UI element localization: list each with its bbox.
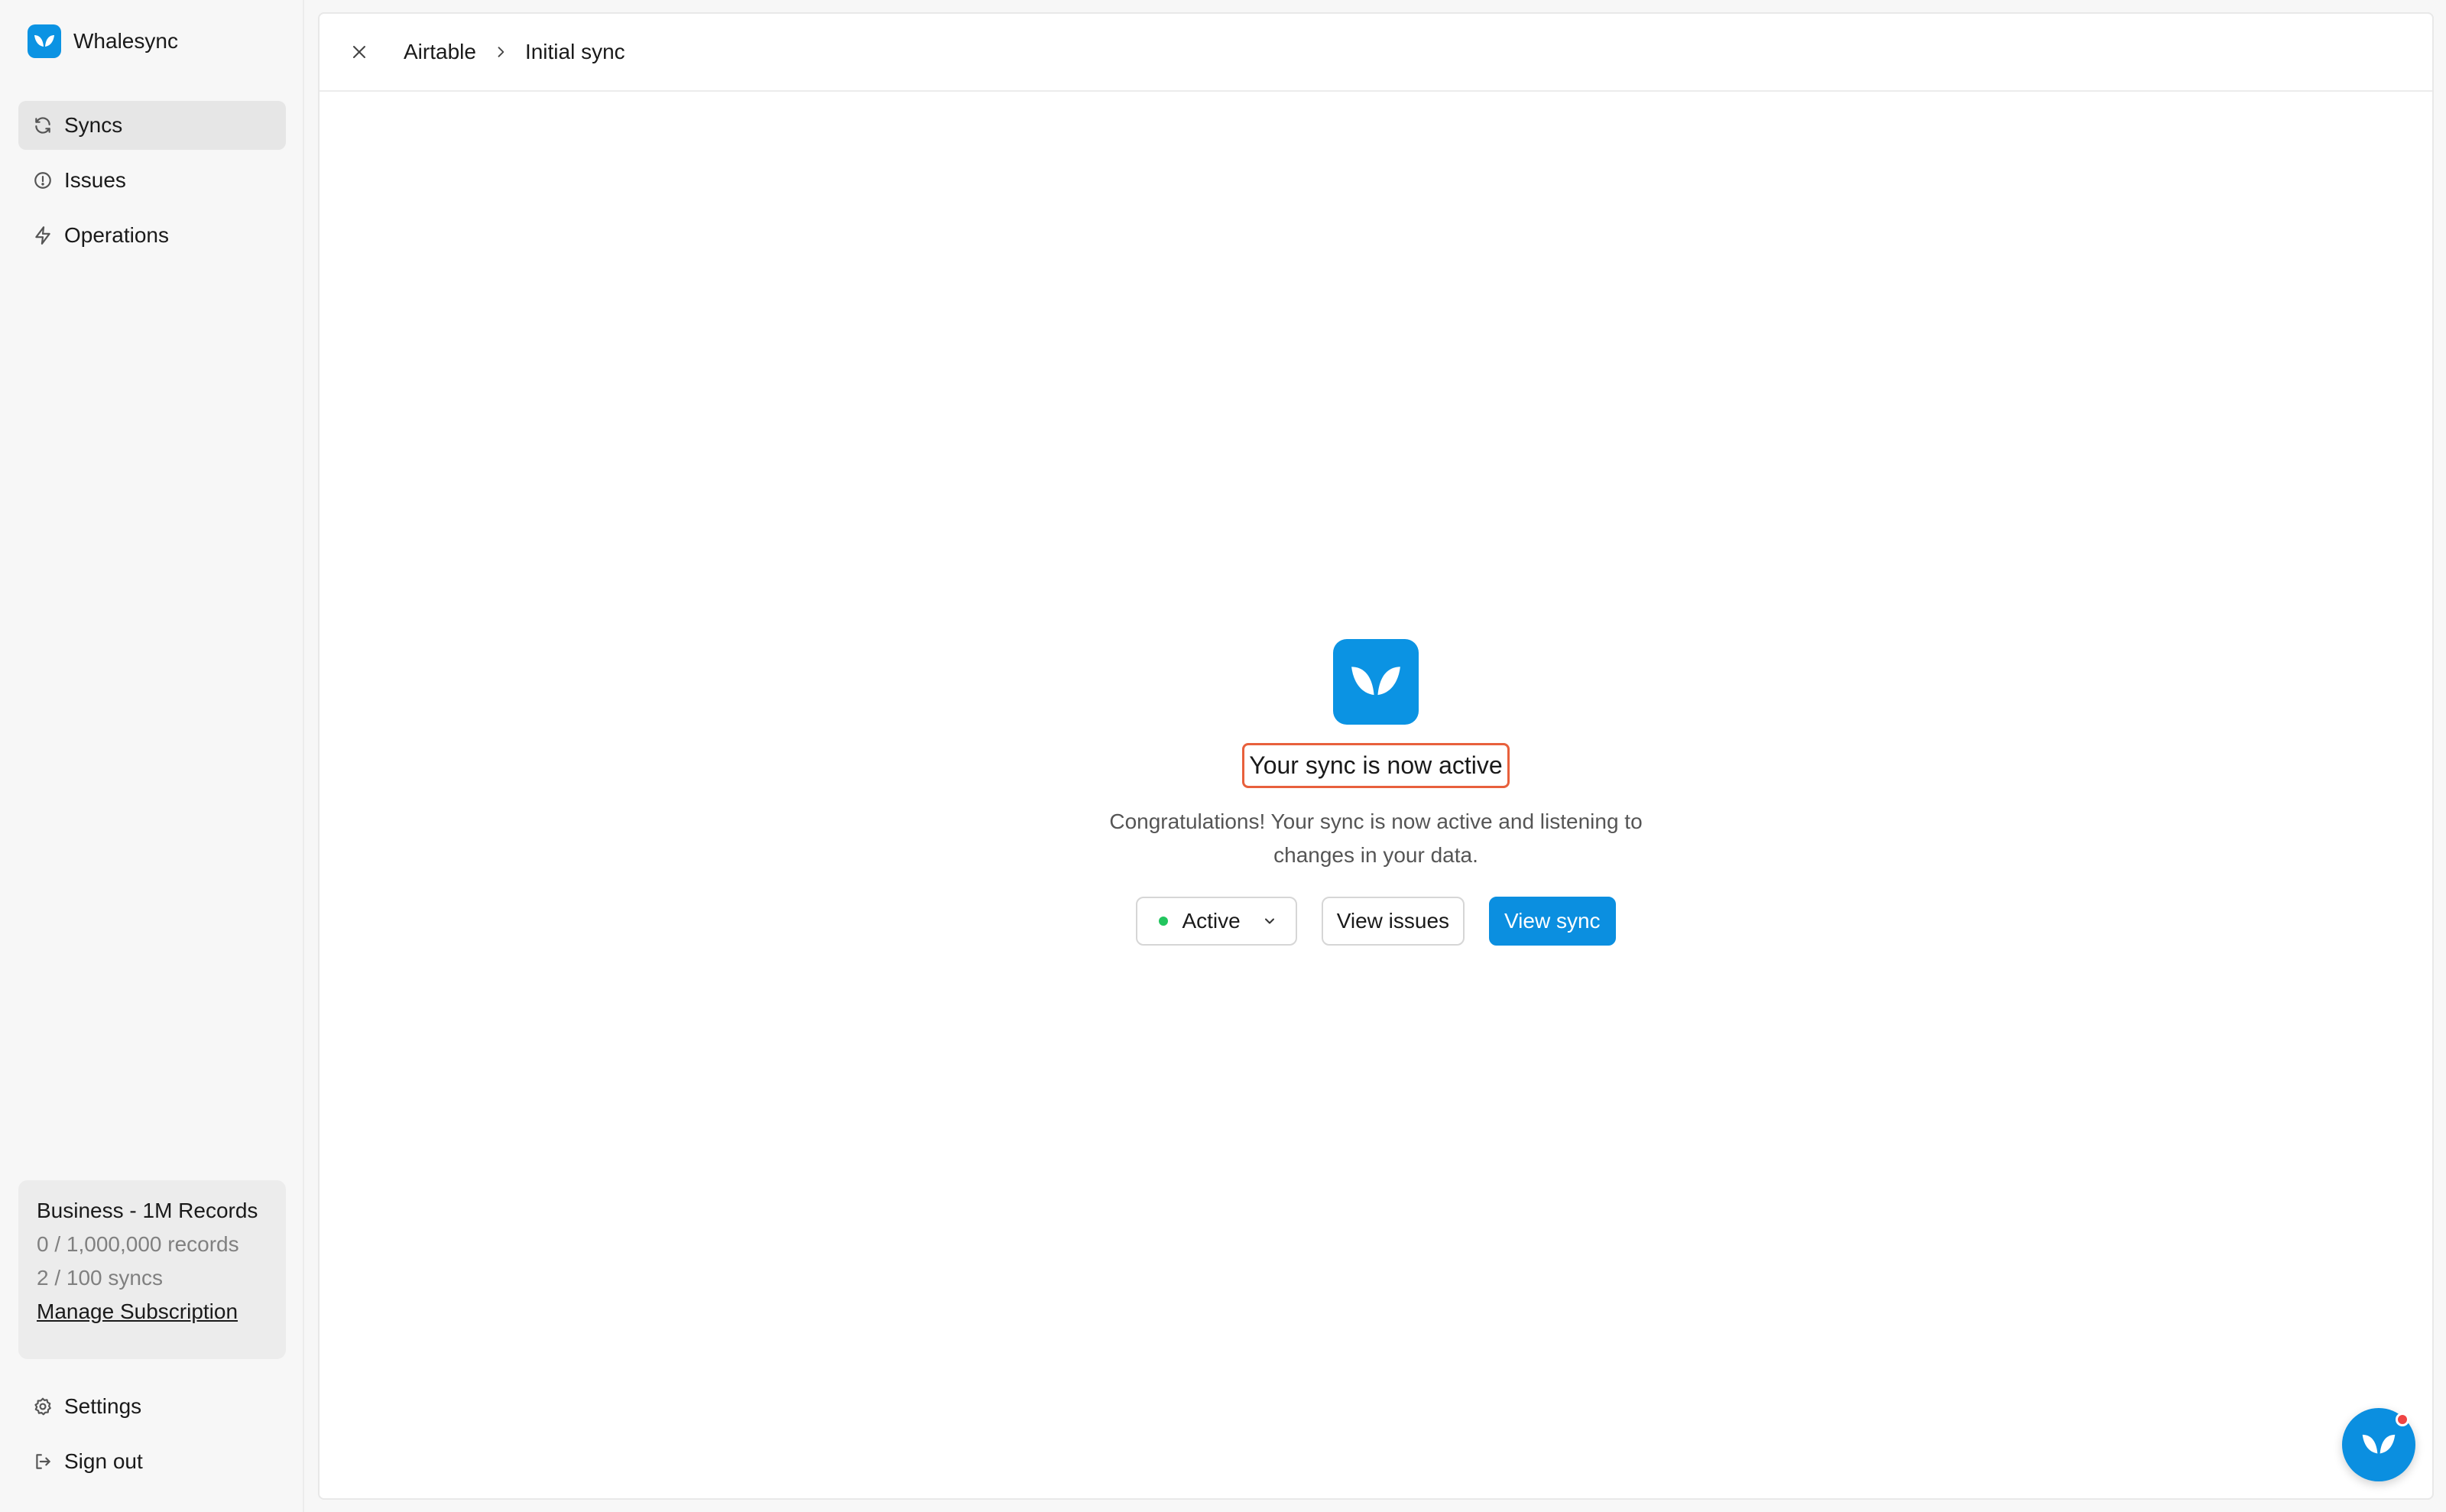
- sidebar-item-label: Settings: [64, 1394, 142, 1418]
- manage-subscription-link[interactable]: Manage Subscription: [37, 1299, 268, 1324]
- sidebar-item-sign-out[interactable]: Sign out: [18, 1437, 286, 1486]
- sidebar-item-label: Operations: [64, 223, 169, 247]
- close-button[interactable]: [347, 40, 371, 64]
- success-description: Congratulations! Your sync is now active…: [1109, 810, 1643, 867]
- status-select-value: Active: [1182, 909, 1241, 933]
- sign-out-icon: [32, 1451, 54, 1472]
- brand[interactable]: Whalesync: [28, 24, 178, 58]
- sidebar: Whalesync Syncs Issues Operations Busine…: [0, 0, 304, 1512]
- chevron-down-icon: [1260, 912, 1279, 930]
- syncs-usage: 2 / 100 syncs: [37, 1266, 163, 1290]
- plan-title: Business - 1M Records: [37, 1199, 258, 1222]
- brand-name: Whalesync: [73, 29, 178, 53]
- whalesync-logo-icon: [28, 24, 61, 58]
- main-panel: Airtable Initial sync Your sync is now a…: [318, 12, 2434, 1500]
- gear-icon: [32, 1396, 54, 1417]
- sidebar-item-issues[interactable]: Issues: [18, 156, 286, 205]
- chat-support-button[interactable]: [2342, 1408, 2415, 1481]
- subscription-card: Business - 1M Records 0 / 1,000,000 reco…: [18, 1180, 286, 1359]
- sidebar-item-label: Syncs: [64, 113, 123, 137]
- sidebar-bottom-nav: Settings Sign out: [18, 1382, 286, 1492]
- lightning-icon: [32, 225, 54, 246]
- close-icon: [353, 46, 365, 58]
- breadcrumb-airtable[interactable]: Airtable: [404, 40, 476, 64]
- refresh-icon: [32, 115, 54, 136]
- topbar: Airtable Initial sync: [320, 14, 2432, 92]
- breadcrumb-initial-sync: Initial sync: [524, 40, 625, 63]
- sidebar-nav: Syncs Issues Operations: [18, 101, 286, 266]
- success-panel: Your sync is now active Congratulations!…: [320, 639, 2432, 946]
- status-dot: [1159, 917, 1169, 926]
- chevron-right-icon: [491, 43, 510, 61]
- whalesync-chat-icon: [2362, 1434, 2396, 1454]
- page-title: Your sync is now active: [1242, 743, 1510, 788]
- sidebar-item-operations[interactable]: Operations: [18, 211, 286, 260]
- sidebar-item-label: Issues: [64, 168, 126, 192]
- view-sync-button[interactable]: View sync: [1489, 897, 1616, 946]
- sidebar-item-syncs[interactable]: Syncs: [18, 101, 286, 150]
- alert-circle-icon: [32, 170, 54, 191]
- sidebar-item-settings[interactable]: Settings: [18, 1382, 286, 1431]
- records-usage: 0 / 1,000,000 records: [37, 1232, 239, 1256]
- status-select[interactable]: Active: [1136, 897, 1297, 946]
- whalesync-logo-icon: [1333, 639, 1419, 725]
- notification-dot: [2396, 1413, 2409, 1426]
- sidebar-item-label: Sign out: [64, 1449, 143, 1473]
- view-issues-button[interactable]: View issues: [1321, 897, 1465, 946]
- action-row: Active View issues View sync: [1136, 897, 1616, 946]
